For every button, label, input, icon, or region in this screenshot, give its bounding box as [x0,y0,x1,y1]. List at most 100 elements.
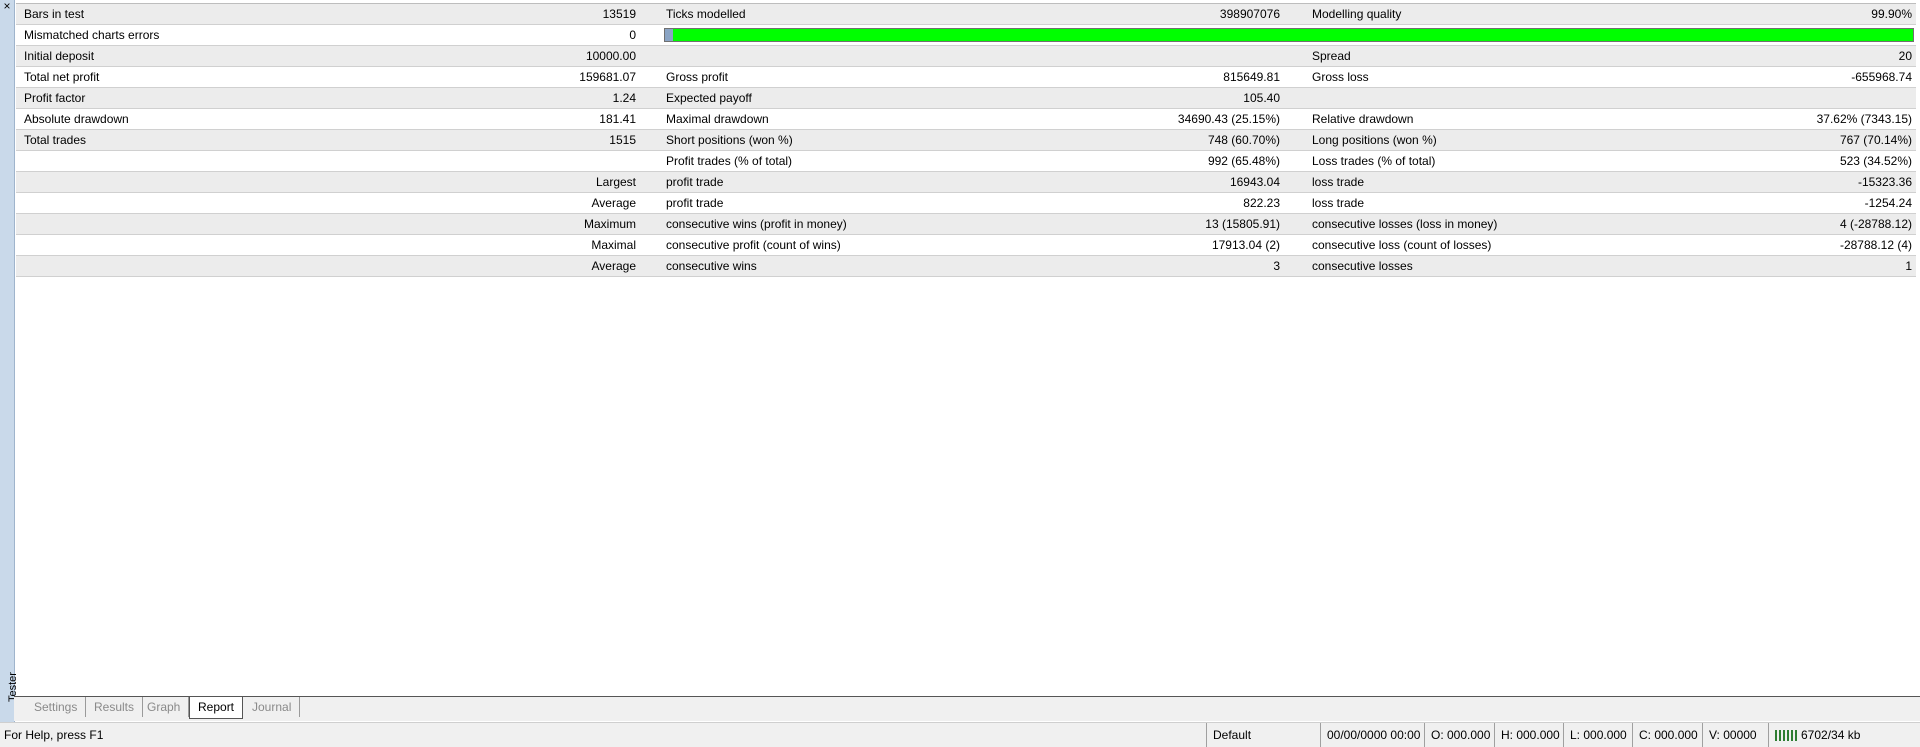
row-label-3: Modelling quality [1312,7,1402,21]
row-value-3: -655968.74 [1851,70,1912,84]
tab-journal[interactable]: Journal [244,697,301,717]
close-icon[interactable]: × [1,0,13,13]
row-label-1: Profit factor [24,91,86,105]
status-help-text: For Help, press F1 [4,728,104,742]
row-value-1: 159681.07 [579,70,636,84]
table-row: Total net profit 159681.07 Gross profit … [16,67,1916,88]
row-value-1: 1515 [609,133,636,147]
status-datetime: 00/00/0000 00:00 [1320,723,1420,747]
row-value-3: 99.90% [1871,7,1912,21]
row-value-2: 17913.04 (2) [1211,238,1280,252]
status-memory: 6702/34 kb [1768,723,1860,747]
row-value-1: 13519 [602,7,636,21]
row-value-3: 20 [1898,49,1912,63]
row-value-3: -15323.36 [1857,175,1912,189]
row-label-2: Expected payoff [666,91,752,105]
row-label-1 [24,256,384,276]
row-value-1: 10000.00 [585,49,636,63]
row-label-2: Maximal drawdown [666,112,769,126]
row-label-3 [1312,88,1672,108]
row-label-1 [24,151,384,171]
row-value-3: 4 (-28788.12) [1839,217,1912,231]
row-label-1: Absolute drawdown [24,112,129,126]
row-label-2: Profit trades (% of total) [666,154,793,168]
row-label-2: Short positions (won %) [666,133,793,147]
report-table: Bars in test 13519 Ticks modelled 398907… [16,3,1916,277]
status-memory-text: 6702/34 kb [1801,728,1861,742]
row-label-2: Gross profit [666,70,729,84]
row-value-1: Average [591,259,636,273]
row-value-1: Average [591,196,636,210]
row-value-2: 822.23 [1243,196,1280,210]
row-value-1: Largest [595,175,636,189]
row-label-3: consecutive losses [1312,259,1413,273]
table-row: Mismatched charts errors 0 [16,25,1916,46]
modelling-quality-bar [664,28,1914,42]
row-label-3: Loss trades (% of total) [1312,154,1436,168]
tab-report[interactable]: Report [189,697,244,719]
table-row: Average profit trade 822.23 loss trade -… [16,193,1916,214]
row-value-1: Maximum [583,217,636,231]
tab-settings[interactable]: Settings [26,697,87,717]
table-row: Total trades 1515 Short positions (won %… [16,130,1916,151]
tester-side-strip: × Tester [0,0,19,722]
row-value-2: 398907076 [1219,7,1280,21]
row-label-2: consecutive profit (count of wins) [666,238,841,252]
row-value-1 [386,151,636,171]
row-value-3: -1254.24 [1864,196,1912,210]
connection-bars-icon [1775,730,1797,742]
table-row: Bars in test 13519 Ticks modelled 398907… [16,4,1916,25]
row-value-2: 3 [1273,259,1280,273]
row-value-2 [1016,46,1280,66]
table-row: Initial deposit 10000.00 Spread 20 [16,46,1916,67]
row-label-1 [24,193,384,213]
table-row: Maximum consecutive wins (profit in mone… [16,214,1916,235]
row-label-1: Total net profit [24,70,100,84]
row-value-2: 105.40 [1243,91,1280,105]
row-label-1: Mismatched charts errors [24,28,160,42]
tab-results[interactable]: Results [86,697,144,717]
row-value-3: 1 [1905,259,1912,273]
row-label-3: loss trade [1312,196,1365,210]
status-volume: V: 00000 [1702,723,1757,747]
modelling-quality-bar-start [665,29,673,41]
row-label-2: Ticks modelled [666,7,746,21]
row-label-2 [666,46,1016,66]
row-label-3: loss trade [1312,175,1365,189]
row-label-1: Initial deposit [24,49,95,63]
row-label-3: Gross loss [1312,70,1369,84]
status-profile: Default [1206,723,1251,747]
row-value-1: 1.24 [612,91,636,105]
row-value-1: 0 [629,28,636,42]
row-value-2: 815649.81 [1223,70,1280,84]
row-label-3: Spread [1312,49,1351,63]
row-label-3: consecutive losses (loss in money) [1312,217,1498,231]
table-row: Maximal consecutive profit (count of win… [16,235,1916,256]
row-value-2: 34690.43 (25.15%) [1177,112,1280,126]
tester-tabs: Settings Results Graph Report Journal [14,696,1920,721]
row-value-3: 767 (70.14%) [1839,133,1912,147]
table-row: Profit trades (% of total) 992 (65.48%) … [16,151,1916,172]
row-label-1 [24,214,384,234]
row-label-3: Long positions (won %) [1312,133,1437,147]
status-high: H: 000.000 [1494,723,1560,747]
row-label-1: Total trades [24,133,87,147]
row-label-2: consecutive wins (profit in money) [666,217,847,231]
status-close: C: 000.000 [1632,723,1698,747]
row-label-1 [24,172,384,192]
table-row: Profit factor 1.24 Expected payoff 105.4… [16,88,1916,109]
row-label-3: consecutive loss (count of losses) [1312,238,1492,252]
row-value-1: 181.41 [599,112,636,126]
row-label-3: Relative drawdown [1312,112,1414,126]
status-open: O: 000.000 [1424,723,1490,747]
row-label-1 [24,235,384,255]
row-value-2: 16943.04 [1229,175,1280,189]
table-row: Average consecutive wins 3 consecutive l… [16,256,1916,277]
row-value-3: 523 (34.52%) [1839,154,1912,168]
table-row: Absolute drawdown 181.41 Maximal drawdow… [16,109,1916,130]
row-value-3: 37.62% (7343.15) [1816,112,1912,126]
row-label-2: profit trade [666,196,724,210]
row-value-2: 13 (15805.91) [1205,217,1280,231]
row-value-2: 992 (65.48%) [1207,154,1280,168]
tab-graph[interactable]: Graph [139,697,190,717]
